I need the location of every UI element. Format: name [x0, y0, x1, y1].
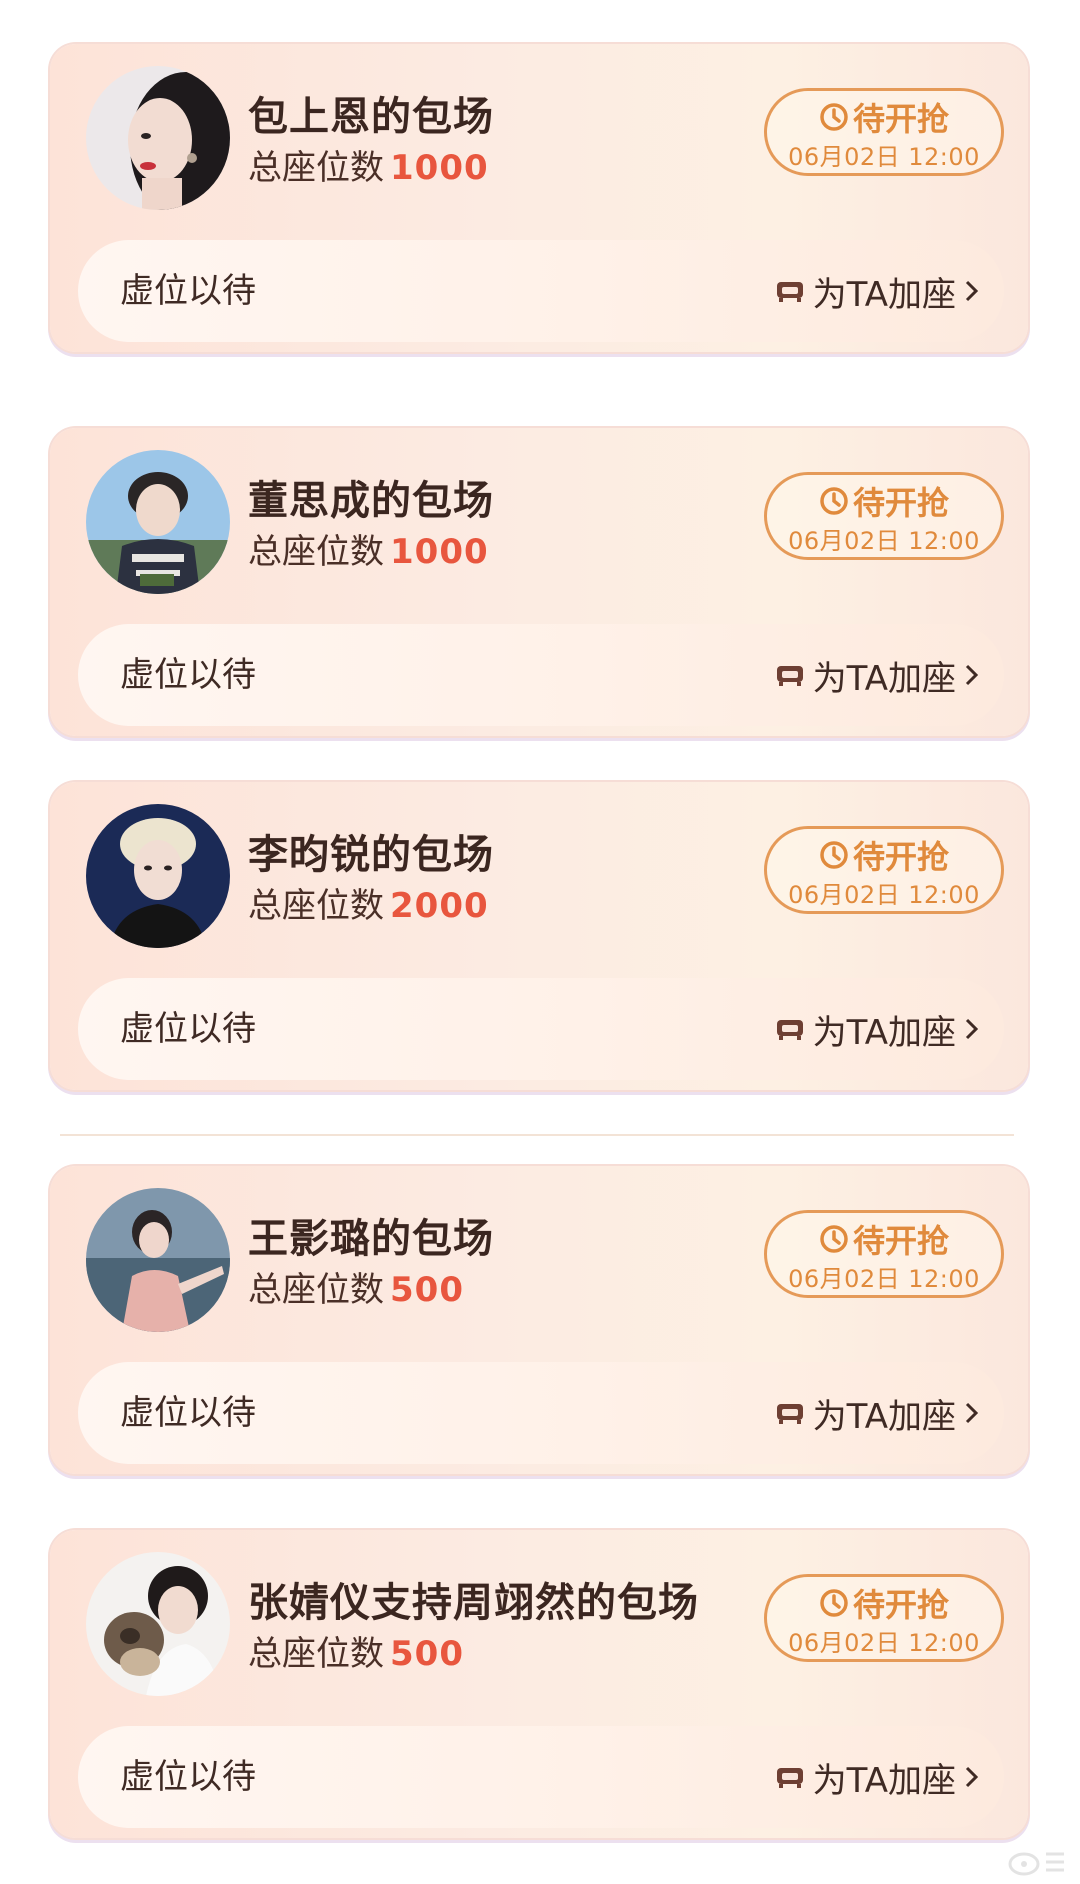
chevron-right-icon [965, 664, 979, 686]
status-time: 06月02日 12:00 [788, 1265, 980, 1293]
section-divider [60, 1134, 1014, 1136]
sofa-icon [776, 282, 803, 302]
seat-count-label: 总座位数 [248, 1270, 384, 1310]
seat-count-value: 2000 [390, 886, 489, 926]
seat-count: 总座位数 1000 [248, 140, 489, 189]
avatar [86, 1188, 230, 1332]
avatar [86, 450, 230, 594]
add-seat-label: 为TA加座 [812, 1012, 956, 1053]
sofa-icon [776, 1768, 803, 1788]
seat-count: 总座位数 500 [248, 1626, 464, 1675]
add-seat-label: 为TA加座 [812, 658, 956, 699]
add-seat-bar[interactable]: 虚位以待 为TA加座 [78, 1726, 1004, 1828]
add-seat-bar[interactable]: 虚位以待 为TA加座 [78, 624, 1004, 726]
seat-count: 总座位数 1000 [248, 524, 489, 573]
venue-card[interactable]: 张婧仪支持周翊然的包场 总座位数 500 待开抢 06月02日 12:00 虚位以… [50, 1530, 1028, 1838]
add-seat-label: 为TA加座 [812, 1760, 956, 1801]
status-time: 06月02日 12:00 [788, 143, 980, 171]
status-label: 待开抢 [852, 484, 949, 522]
status-button[interactable]: 待开抢 06月02日 12:00 [764, 1210, 1004, 1298]
status-label: 待开抢 [852, 1222, 949, 1260]
add-seat-link[interactable]: 为TA加座 [775, 240, 980, 342]
seat-count: 总座位数 500 [248, 1262, 464, 1311]
seat-count-value: 1000 [390, 148, 489, 188]
sofa-icon [776, 666, 803, 686]
bar-placeholder-text: 虚位以待 [120, 1757, 256, 1797]
add-seat-bar[interactable]: 虚位以待 为TA加座 [78, 240, 1004, 342]
clock-icon [820, 103, 848, 131]
seat-count-value: 500 [390, 1634, 464, 1674]
chevron-right-icon [965, 1402, 979, 1424]
seat-count-label: 总座位数 [248, 886, 384, 926]
clock-icon [820, 1589, 848, 1617]
venue-title: 包上恩的包场 [248, 94, 494, 140]
sofa-icon [776, 1404, 803, 1424]
bar-placeholder-text: 虚位以待 [120, 655, 256, 695]
avatar [86, 1552, 230, 1696]
status-button[interactable]: 待开抢 06月02日 12:00 [764, 88, 1004, 176]
status-button[interactable]: 待开抢 06月02日 12:00 [764, 472, 1004, 560]
chevron-right-icon [965, 280, 979, 302]
watermark-logo [1008, 1852, 1064, 1876]
avatar [86, 66, 230, 210]
chevron-right-icon [965, 1766, 979, 1788]
clock-icon [820, 487, 848, 515]
avatar [86, 804, 230, 948]
seat-count-label: 总座位数 [248, 532, 384, 572]
status-time: 06月02日 12:00 [788, 1629, 980, 1657]
chevron-right-icon [965, 1018, 979, 1040]
status-label: 待开抢 [852, 100, 949, 138]
status-time: 06月02日 12:00 [788, 527, 980, 555]
clock-icon [820, 1225, 848, 1253]
add-seat-label: 为TA加座 [812, 1396, 956, 1437]
add-seat-link[interactable]: 为TA加座 [775, 1362, 980, 1464]
add-seat-bar[interactable]: 虚位以待 为TA加座 [78, 978, 1004, 1080]
venue-card[interactable]: 董思成的包场 总座位数 1000 待开抢 06月02日 12:00 虚位以待 为T… [50, 428, 1028, 736]
venue-card[interactable]: 李昀锐的包场 总座位数 2000 待开抢 06月02日 12:00 虚位以待 为T… [50, 782, 1028, 1090]
add-seat-link[interactable]: 为TA加座 [775, 1726, 980, 1828]
venue-title: 王影璐的包场 [248, 1216, 494, 1262]
clock-icon [820, 841, 848, 869]
status-label: 待开抢 [852, 838, 949, 876]
venue-title: 董思成的包场 [248, 478, 494, 524]
venue-card[interactable]: 包上恩的包场 总座位数 1000 待开抢 06月02日 12:00 虚位以待 为T… [50, 44, 1028, 352]
seat-count-label: 总座位数 [248, 1634, 384, 1674]
status-button[interactable]: 待开抢 06月02日 12:00 [764, 1574, 1004, 1662]
sofa-icon [776, 1020, 803, 1040]
add-seat-label: 为TA加座 [812, 274, 956, 315]
status-time: 06月02日 12:00 [788, 881, 980, 909]
seat-count-label: 总座位数 [248, 148, 384, 188]
seat-count-value: 1000 [390, 532, 489, 572]
bar-placeholder-text: 虚位以待 [120, 1393, 256, 1433]
bar-placeholder-text: 虚位以待 [120, 271, 256, 311]
venue-card[interactable]: 王影璐的包场 总座位数 500 待开抢 06月02日 12:00 虚位以待 为TA… [50, 1166, 1028, 1474]
add-seat-link[interactable]: 为TA加座 [775, 624, 980, 726]
add-seat-link[interactable]: 为TA加座 [775, 978, 980, 1080]
venue-title: 李昀锐的包场 [248, 832, 494, 878]
add-seat-bar[interactable]: 虚位以待 为TA加座 [78, 1362, 1004, 1464]
status-button[interactable]: 待开抢 06月02日 12:00 [764, 826, 1004, 914]
status-label: 待开抢 [852, 1586, 949, 1624]
bar-placeholder-text: 虚位以待 [120, 1009, 256, 1049]
seat-count-value: 500 [390, 1270, 464, 1310]
venue-title: 张婧仪支持周翊然的包场 [248, 1580, 699, 1626]
seat-count: 总座位数 2000 [248, 878, 489, 927]
